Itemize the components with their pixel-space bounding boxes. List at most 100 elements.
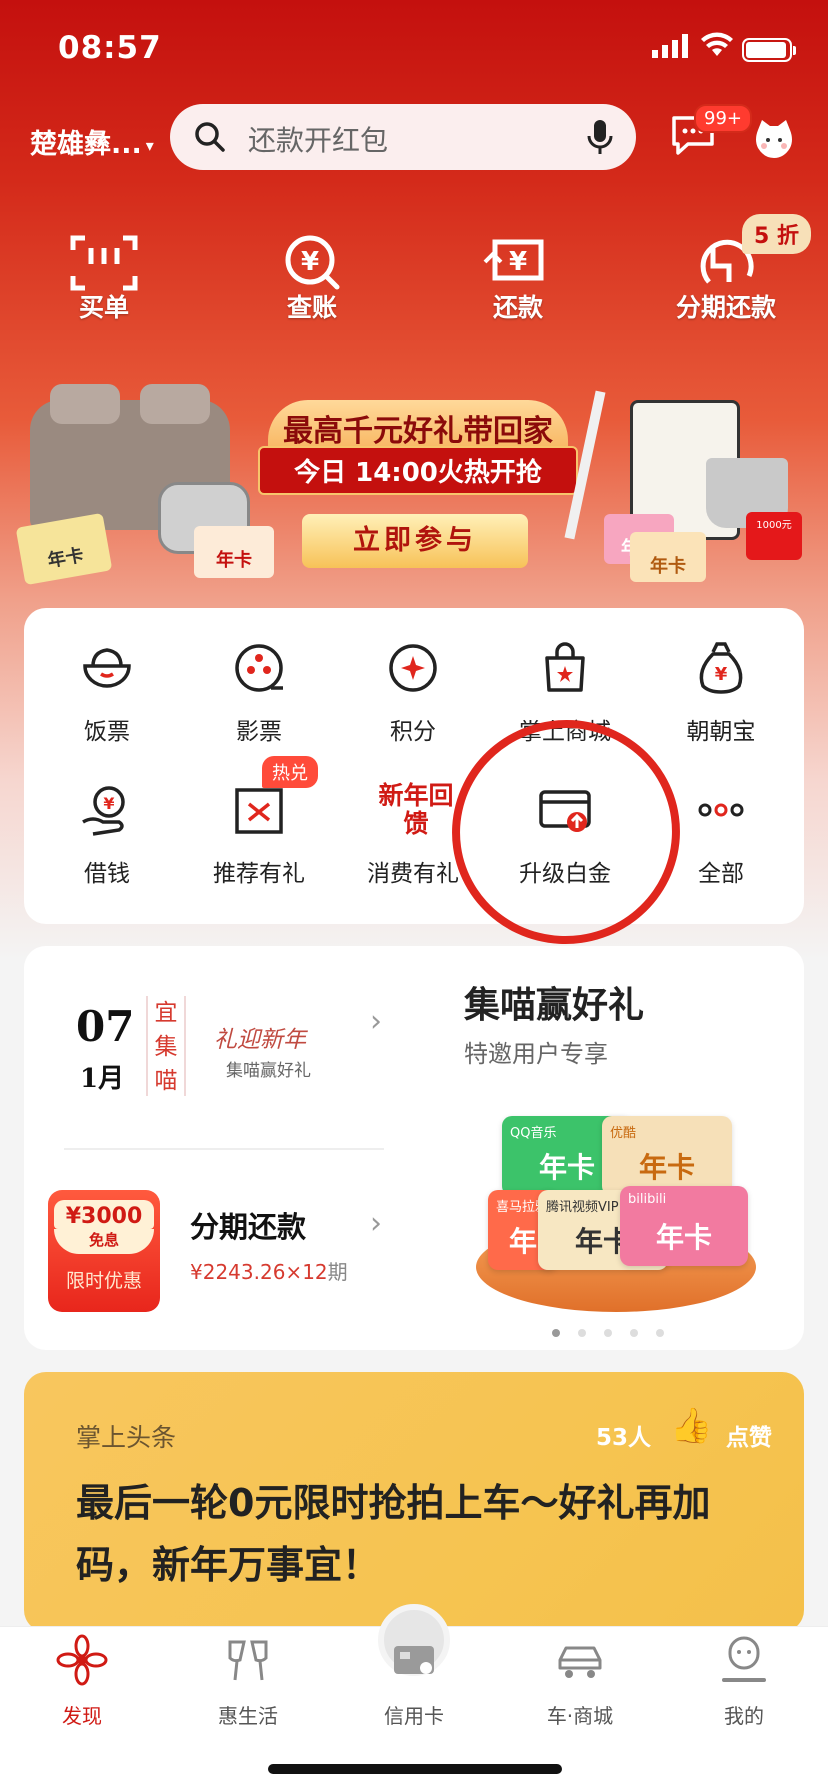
wifi-icon <box>701 32 733 56</box>
carousel-dots <box>552 1322 682 1341</box>
tab-profile[interactable]: 我的 <box>684 1634 804 1729</box>
credit-card-icon <box>394 1646 434 1674</box>
quick-repay-label: 还款 <box>492 293 543 322</box>
installment-amount-value: ¥2243.26×12 <box>190 1260 328 1284</box>
money-bag-icon: ¥ <box>699 642 743 694</box>
installment-title: 分期还款 <box>190 1210 307 1244</box>
message-badge: 99+ <box>694 104 752 133</box>
year-card-label: 年卡 <box>538 1151 595 1184</box>
interest-free-coupon: ¥3000 免息 限时优惠 <box>48 1190 160 1312</box>
city-name: 楚雄彝... <box>30 129 142 160</box>
year-card-brand: 优酷 <box>610 1126 637 1141</box>
svg-text:¥: ¥ <box>103 794 114 813</box>
year-card-bilibili: bilibili 年卡 <box>620 1186 748 1266</box>
top-header: 楚雄彝... ▾ 还款开红包 99+ <box>0 100 828 174</box>
campaign-subtitle: 特邀用户专享 <box>464 1040 608 1068</box>
cheers-glasses-icon <box>228 1640 268 1681</box>
quick-pay-button[interactable]: 买单 <box>34 232 174 324</box>
tab-credit-card[interactable]: 信用卡 <box>354 1634 474 1729</box>
divider <box>64 1148 384 1150</box>
year-card-label: 年 <box>508 1225 537 1258</box>
tab-life-label: 惠生活 <box>218 1704 278 1728</box>
headline-title[interactable]: 最后一轮0元限时抢拍上车～好礼再加码，新年万事宜！ <box>76 1472 736 1596</box>
search-bar[interactable]: 还款开红包 <box>170 104 636 170</box>
service-zhaozhaobao[interactable]: ¥ 朝朝宝 <box>646 640 796 746</box>
tab-car-mall[interactable]: 车·商城 <box>520 1634 640 1729</box>
status-time: 08:57 <box>58 30 162 66</box>
installment-amount: ¥2243.26×12期 <box>190 1256 348 1285</box>
discount-badge: 5 折 <box>742 214 811 254</box>
qq-year-card-label: 年卡 <box>46 544 86 572</box>
search-placeholder: 还款开红包 <box>248 124 389 157</box>
discover-flower-icon <box>56 1634 108 1686</box>
banner-subtitle: 今日 14:00火热开抢 <box>258 446 578 495</box>
coupon-free: 免息 <box>54 1229 154 1254</box>
tab-car-mall-label: 车·商城 <box>546 1704 614 1728</box>
coupon-envelope-text: 1000元 <box>756 520 792 531</box>
banner-join-button[interactable]: 立即参与 <box>302 514 528 568</box>
year-card-youku: 优酷 年卡 <box>602 1116 732 1196</box>
quick-pay-label: 买单 <box>78 293 129 322</box>
tab-discover-label: 发现 <box>62 1704 102 1728</box>
service-movie-ticket-label: 影票 <box>236 719 282 745</box>
microphone-icon[interactable] <box>586 118 614 156</box>
gift-box-icon <box>235 788 283 834</box>
coupon-limited: 限时优惠 <box>65 1270 142 1292</box>
service-borrow[interactable]: ¥ 借钱 <box>32 782 182 888</box>
headline-tag: 掌上头条 <box>76 1423 177 1452</box>
service-referral[interactable]: 推荐有礼 <box>184 782 334 888</box>
tab-life[interactable]: 惠生活 <box>188 1634 308 1729</box>
yi-vertical-text: 宜集喵 <box>154 996 178 1098</box>
scan-pay-icon <box>70 235 138 291</box>
film-reel-icon <box>235 644 283 692</box>
cell-signal-icon <box>652 34 688 58</box>
lynx-title: 礼迎新年 <box>214 1027 306 1053</box>
tab-discover[interactable]: 发现 <box>22 1634 142 1729</box>
service-meal-ticket[interactable]: 饭票 <box>32 640 182 746</box>
campaign-title: 集喵赢好礼 <box>464 984 645 1026</box>
lynx-subtitle: 集喵赢好礼 <box>226 1061 311 1081</box>
rice-bowl-icon <box>83 648 131 688</box>
quick-repay-button[interactable]: ¥ 还款 <box>448 232 588 324</box>
profile-icon <box>722 1636 766 1682</box>
hot-redeem-badge: 热兑 <box>262 756 318 788</box>
service-movie-ticket[interactable]: 影票 <box>184 640 334 746</box>
search-icon <box>195 122 225 152</box>
ximalaya-year-card-label: 年卡 <box>216 550 252 571</box>
quick-bill-label: 查账 <box>286 293 337 322</box>
youku-year-card: 年卡 <box>630 532 706 582</box>
yi-char: 喵 <box>154 1068 178 1094</box>
service-zhaozhaobao-label: 朝朝宝 <box>686 719 756 745</box>
bill-search-icon: ¥ <box>285 235 340 290</box>
promo-banner[interactable]: 年卡 年卡 最高千元好礼带回家 今日 14:00火热开抢 立即参与 年卡 年卡 … <box>0 360 828 600</box>
ximalaya-year-card: 年卡 <box>194 526 274 578</box>
cat-avatar-icon[interactable] <box>752 116 796 160</box>
new-year-feedback-text: 新年回馈 <box>378 781 454 838</box>
service-referral-label: 推荐有礼 <box>213 861 305 887</box>
quick-installment-label: 分期还款 <box>675 293 776 322</box>
city-selector[interactable]: 楚雄彝... ▾ <box>30 122 154 161</box>
date-day: 07 <box>76 1002 135 1051</box>
tab-credit-card-label: 信用卡 <box>384 1704 444 1728</box>
svg-text:¥: ¥ <box>509 247 527 277</box>
battery-icon <box>742 38 796 62</box>
like-count: 53人 <box>596 1425 652 1451</box>
service-points[interactable]: 积分 <box>338 640 488 746</box>
quick-bill-button[interactable]: ¥ 查账 <box>242 232 382 324</box>
tab-profile-label: 我的 <box>724 1704 764 1728</box>
car-icon <box>558 1646 602 1678</box>
thumbs-up-icon[interactable]: 👍 <box>670 1406 712 1446</box>
yi-char: 集 <box>154 1034 178 1060</box>
coupon-amount: ¥3000 <box>54 1200 154 1229</box>
shopping-bag-icon <box>545 642 585 692</box>
year-card-brand: bilibili <box>628 1192 667 1207</box>
year-card-brand: QQ音乐 <box>510 1126 557 1141</box>
service-meal-ticket-label: 饭票 <box>84 719 130 745</box>
youku-year-card-label: 年卡 <box>650 556 686 577</box>
points-star-icon <box>389 644 437 692</box>
installment-period: 期 <box>327 1260 348 1284</box>
status-bar: 08:57 <box>0 28 828 72</box>
svg-text:¥: ¥ <box>301 247 319 277</box>
service-points-label: 积分 <box>390 719 436 745</box>
like-button[interactable]: 点赞 <box>726 1418 772 1452</box>
